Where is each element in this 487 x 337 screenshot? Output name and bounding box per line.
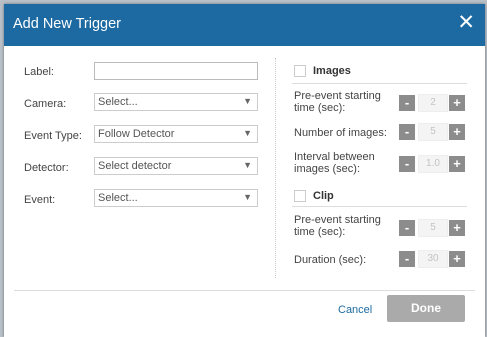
label-field-label: Label: (24, 66, 54, 78)
images-pre-event-increment-button[interactable]: + (449, 95, 465, 111)
interval-label: Interval between images (sec): (294, 151, 375, 175)
images-section-title: Images (313, 65, 351, 77)
images-pre-event-label: Pre-event starting time (sec): (294, 90, 381, 114)
clip-checkbox[interactable] (294, 190, 306, 202)
number-of-images-label: Number of images: (294, 127, 387, 139)
footer-divider (14, 290, 475, 291)
event-type-select[interactable]: Follow Detector ▼ (94, 125, 258, 143)
duration-decrement-button[interactable]: - (399, 251, 415, 267)
detector-select-value: Select detector (98, 160, 172, 172)
event-select-value: Select... (98, 192, 138, 204)
number-of-images-decrement-button[interactable]: - (399, 124, 415, 140)
interval-increment-button[interactable]: + (449, 156, 465, 172)
clip-divider (292, 206, 467, 207)
chevron-down-icon: ▼ (243, 128, 252, 138)
chevron-down-icon: ▼ (243, 160, 252, 170)
event-label: Event: (24, 194, 56, 206)
images-pre-event-decrement-button[interactable]: - (399, 95, 415, 111)
close-icon[interactable]: ✕ (457, 12, 475, 33)
cancel-button[interactable]: Cancel (338, 304, 372, 316)
clip-pre-event-label: Pre-event starting time (sec): (294, 214, 381, 238)
dialog-title: Add New Trigger (13, 16, 121, 32)
label-input[interactable] (94, 62, 258, 80)
interval-decrement-button[interactable]: - (399, 156, 415, 172)
images-checkbox[interactable] (294, 65, 306, 77)
done-button[interactable]: Done (387, 295, 465, 322)
event-select[interactable]: Select... ▼ (94, 189, 258, 207)
detector-select[interactable]: Select detector ▼ (94, 157, 258, 175)
chevron-down-icon: ▼ (243, 192, 252, 202)
number-of-images-value[interactable]: 5 (418, 123, 448, 141)
camera-select[interactable]: Select... ▼ (94, 93, 258, 111)
images-divider (292, 83, 467, 84)
number-of-images-increment-button[interactable]: + (449, 124, 465, 140)
detector-label: Detector: (24, 162, 69, 174)
interval-value[interactable]: 1.0 (418, 155, 448, 173)
clip-section-title: Clip (313, 190, 334, 202)
clip-pre-event-increment-button[interactable]: + (449, 220, 465, 236)
chevron-down-icon: ▼ (243, 96, 252, 106)
clip-pre-event-value[interactable]: 5 (418, 219, 448, 237)
clip-pre-event-decrement-button[interactable]: - (399, 220, 415, 236)
images-pre-event-value[interactable]: 2 (418, 94, 448, 112)
camera-label: Camera: (24, 98, 67, 110)
duration-value[interactable]: 30 (418, 250, 448, 268)
duration-label: Duration (sec): (294, 254, 367, 266)
event-type-select-value: Follow Detector (98, 128, 175, 140)
duration-increment-button[interactable]: + (449, 251, 465, 267)
add-trigger-dialog: Add New Trigger ✕ Label: Camera: Select.… (4, 4, 485, 337)
camera-select-value: Select... (98, 96, 138, 108)
dialog-titlebar: Add New Trigger ✕ (4, 4, 485, 46)
column-divider (275, 58, 276, 278)
event-type-label: Event Type: (24, 130, 82, 142)
